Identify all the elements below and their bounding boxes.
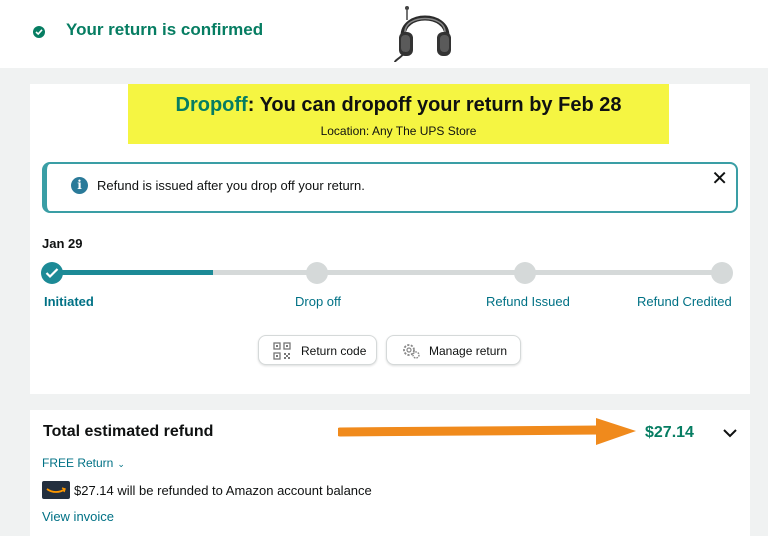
headphones-image [394,6,451,63]
step-label-initiated: Initiated [44,294,94,309]
step-dot-drop-off [306,262,328,284]
dropoff-deadline: Dropoff: You can dropoff your return by … [128,94,669,117]
step-label-refund-issued: Refund Issued [486,294,570,309]
caret-down-icon: ⌄ [117,459,125,469]
progress-track-fill [52,270,213,275]
manage-return-button[interactable]: Manage return [386,335,521,365]
step-dot-refund-credited [711,262,733,284]
alert-text: Refund is issued after you drop off your… [97,178,365,193]
amazon-logo-icon [42,481,70,499]
step-label-drop-off: Drop off [295,294,342,309]
refund-amount: $27.14 [645,424,694,441]
check-circle-icon [33,26,45,38]
close-icon[interactable]: ✕ [711,169,728,189]
gear-icon [403,344,420,359]
step-dot-initiated [41,262,63,284]
orange-arrow-annotation [338,418,636,445]
return-code-label: Return code [301,344,367,358]
chevron-down-icon[interactable] [722,428,738,438]
step-label-refund-credited: Refund Credited [637,294,732,309]
info-alert: i Refund is issued after you drop off yo… [42,162,738,213]
dropoff-message: : You can dropoff your return by Feb 28 [247,94,622,116]
dropoff-location: Location: Any The UPS Store [320,124,477,138]
free-return-dropdown[interactable]: FREE Return ⌄ [42,456,125,470]
dropoff-keyword: Dropoff [175,94,248,116]
view-invoice-link[interactable]: View invoice [42,509,114,524]
free-return-label: FREE Return [42,456,114,470]
manage-return-label: Manage return [429,344,508,358]
info-icon: i [71,177,88,194]
confirmation-header: Your return is confirmed [0,0,768,68]
progress-date: Jan 29 [42,236,83,251]
refund-balance-text: $27.14 will be refunded to Amazon accoun… [74,483,372,498]
qr-code-icon [273,342,291,360]
confirmation-title: Your return is confirmed [66,20,264,39]
return-code-button[interactable]: Return code [258,335,377,365]
dropoff-highlight-box: Dropoff: You can dropoff your return by … [128,84,669,144]
step-dot-refund-issued [514,262,536,284]
refund-title: Total estimated refund [43,423,214,440]
